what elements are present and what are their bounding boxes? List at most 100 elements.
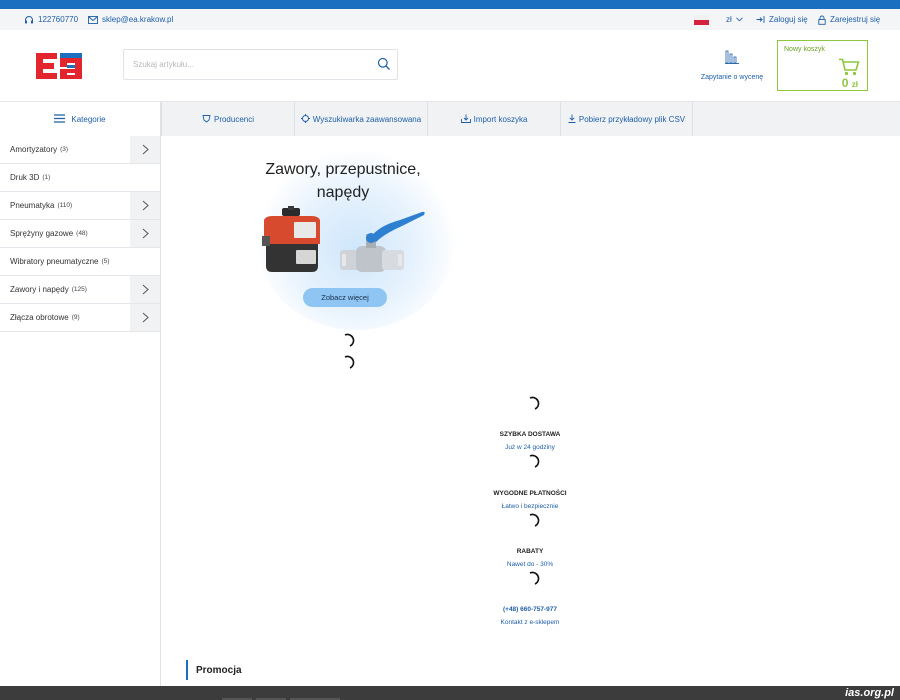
email-link[interactable]: sklep@ea.krakow.pl	[88, 9, 173, 30]
lock-icon	[818, 15, 826, 25]
feature-subtitle: Nawet do - 30%	[506, 561, 554, 568]
sidebar-item-name: Wibratory pneumatyczne	[10, 257, 99, 266]
cart-title: Nowy koszyk	[784, 46, 825, 53]
banner-title-line-2: napędy	[316, 184, 370, 201]
tab-producers[interactable]: Producenci	[161, 102, 294, 136]
sidebar-item-label: Druk 3D (1)	[10, 164, 50, 191]
currency-label: zł	[726, 15, 732, 24]
sidebar-item-name: Pneumatyka	[10, 201, 55, 210]
download-icon	[568, 114, 576, 125]
import-icon	[460, 114, 471, 125]
chevron-right-icon[interactable]	[130, 220, 160, 247]
sidebar-item-name: Złącza obrotowe	[10, 313, 69, 322]
crosshair-icon	[300, 113, 310, 125]
promo-banner[interactable]: Zawory, przepustnice, napędy Zobacz więc…	[236, 150, 456, 330]
valve-actuator-image	[260, 206, 430, 285]
sidebar-item-name: Amortyzatory	[10, 145, 58, 154]
banner-title: Zawory, przepustnice, napędy	[236, 158, 450, 204]
feature-fast-delivery: SZYBKA DOSTAWA Już w 24 godziny	[470, 431, 590, 451]
feature-contact[interactable]: (+48) 660-757-977 Kontakt z e-sklepem	[470, 606, 590, 626]
bottom-bar	[0, 686, 900, 700]
sidebar-item-count: (5)	[101, 258, 110, 265]
headset-icon	[24, 15, 34, 25]
search-box	[123, 49, 398, 80]
poland-flag-icon	[694, 14, 709, 25]
watermark-text: ias.org.pl	[845, 687, 894, 699]
loading-spinner-icon	[527, 454, 541, 468]
sidebar-item-name: Zawory i napędy	[10, 285, 69, 294]
sidebar-item-count: (3)	[60, 146, 69, 153]
mail-icon	[88, 15, 98, 24]
see-more-button[interactable]: Zobacz więcej	[303, 288, 387, 307]
sidebar-item-count: (110)	[57, 202, 73, 209]
sidebar-item-label: Zawory i napędy (125)	[10, 276, 87, 303]
site-header: Zapytanie o wycenę Nowy koszyk 0 zł	[0, 30, 900, 102]
feature-payments: WYGODNE PŁATNOŚCI Łatwo i bezpiecznie	[470, 490, 590, 510]
main-navigation: Kategorie Producenci Wyszukiwarka zaawan…	[0, 101, 900, 136]
currency-select[interactable]: zł	[726, 9, 743, 30]
cart-currency: zł	[851, 80, 858, 89]
contact-phone[interactable]: (+48) 660-757-977	[470, 606, 590, 613]
feature-subtitle: Łatwo i bezpiecznie	[501, 503, 559, 510]
search-input[interactable]	[124, 50, 364, 79]
bar-chart-icon	[724, 50, 740, 69]
chevron-right-icon[interactable]	[130, 304, 160, 331]
feature-subtitle: Już w 24 godziny	[505, 444, 555, 451]
tab-download-csv[interactable]: Pobierz przykładowy plik CSV	[560, 102, 693, 136]
sidebar-item-zlacza-obrotowe[interactable]: Złącza obrotowe (9)	[0, 304, 160, 332]
banner-title-line-1: Zawory, przepustnice,	[265, 161, 421, 178]
sidebar-item-pneumatyka[interactable]: Pneumatyka (110)	[0, 192, 160, 220]
login-arrow-icon	[756, 15, 765, 24]
sidebar-item-amortyzatory[interactable]: Amortyzatory (3)	[0, 136, 160, 164]
email-address: sklep@ea.krakow.pl	[102, 15, 174, 24]
tab-advanced-search[interactable]: Wyszukiwarka zaawansowana	[294, 102, 427, 136]
sidebar-item-zawory-i-napedy[interactable]: Zawory i napędy (125)	[0, 276, 160, 304]
chevron-down-icon	[735, 17, 743, 22]
feature-title: WYGODNE PŁATNOŚCI	[493, 490, 567, 497]
login-link[interactable]: Zaloguj się	[756, 9, 808, 30]
sidebar-item-label: Złącza obrotowe (9)	[10, 304, 80, 331]
login-label: Zaloguj się	[769, 15, 808, 24]
loading-spinner-icon	[342, 333, 356, 347]
sidebar-item-count: (1)	[42, 174, 51, 181]
loading-spinner-icon	[527, 571, 541, 585]
sidebar-item-sprezyny-gazowe[interactable]: Sprężyny gazowe (48)	[0, 220, 160, 248]
sidebar-item-label: Amortyzatory (3)	[10, 136, 68, 163]
tab-download-csv-label: Pobierz przykładowy plik CSV	[578, 114, 686, 124]
tab-import-cart[interactable]: Import koszyka	[427, 102, 560, 136]
feature-subtitle: Kontakt z e-sklepem	[500, 619, 560, 626]
categories-label: Kategorie	[71, 114, 106, 124]
register-link[interactable]: Zarejestruj się	[818, 9, 880, 30]
tab-import-cart-label: Import koszyka	[473, 114, 528, 124]
feature-discounts: RABATY Nawet do - 30%	[470, 548, 590, 568]
tab-advanced-search-label: Wyszukiwarka zaawansowana	[312, 114, 422, 124]
loading-spinner-icon	[527, 396, 541, 410]
search-icon[interactable]	[377, 57, 391, 76]
cart-button[interactable]: Nowy koszyk 0 zł	[777, 40, 868, 91]
sidebar-item-druk-3d[interactable]: Druk 3D (1)	[0, 164, 160, 192]
cart-amount-value: 0	[841, 76, 849, 90]
sidebar-item-label: Wibratory pneumatyczne (5)	[10, 248, 109, 275]
chevron-right-icon[interactable]	[130, 276, 160, 303]
quote-request-label: Zapytanie o wycenę	[700, 74, 764, 81]
categories-toggle[interactable]: Kategorie	[0, 102, 161, 136]
ea-logo[interactable]	[32, 51, 86, 81]
cart-amount: 0 zł	[842, 76, 858, 90]
chevron-right-icon[interactable]	[130, 192, 160, 219]
top-bar: 122760770 sklep@ea.krakow.pl zł Zaloguj …	[0, 9, 900, 30]
phone-number: 122760770	[38, 15, 79, 24]
phone-link[interactable]: 122760770	[24, 9, 78, 30]
tab-producers-label: Producenci	[213, 114, 255, 124]
quote-request-button[interactable]: Zapytanie o wycenę	[698, 46, 766, 86]
chevron-right-icon[interactable]	[130, 136, 160, 163]
category-sidebar: Amortyzatory (3) Druk 3D (1) Pneumatyka (11…	[0, 136, 161, 700]
loading-spinner-icon	[527, 513, 541, 527]
sidebar-item-wibratory-pneumatyczne[interactable]: Wibratory pneumatyczne (5)	[0, 248, 160, 276]
sidebar-item-label: Sprężyny gazowe (48)	[10, 220, 88, 247]
language-flag-button[interactable]	[694, 9, 709, 30]
feature-title: SZYBKA DOSTAWA	[499, 431, 561, 438]
sidebar-item-name: Druk 3D	[10, 173, 40, 182]
top-accent-stripe	[0, 0, 900, 9]
feature-title: RABATY	[516, 548, 544, 555]
sidebar-item-label: Pneumatyka (110)	[10, 192, 72, 219]
